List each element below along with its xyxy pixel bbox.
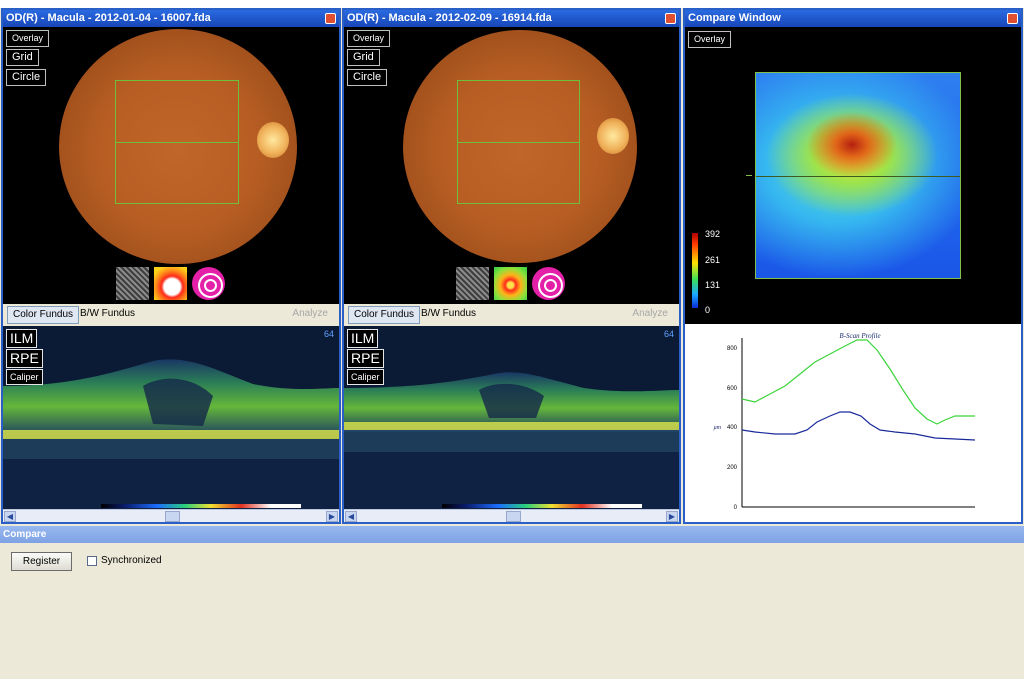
thickness-difference-map[interactable] <box>755 72 961 279</box>
oct-bscan-2[interactable]: ILM RPE Caliper 64 <box>344 326 679 511</box>
compare-section: Register Synchronized <box>0 543 1024 679</box>
compare-section-title: Compare <box>0 526 1024 543</box>
ytick-0: 0 <box>734 505 738 511</box>
thickness-legend-bar <box>692 233 698 308</box>
ilm-button-2[interactable]: ILM <box>347 329 379 348</box>
grid-button-2[interactable]: Grid <box>347 49 380 66</box>
compare-overlay-button[interactable]: Overlay <box>688 31 732 48</box>
profile-line-blue <box>741 411 976 441</box>
caliper-button-2[interactable]: Caliper <box>347 369 384 385</box>
bscan-position-marker <box>746 175 752 176</box>
oct-colorbar-1 <box>101 504 301 508</box>
panel-1-title: OD(R) - Macula - 2012-01-04 - 16007.fda <box>6 12 211 24</box>
oct-bscan-1[interactable]: ILM RPE Caliper 64 <box>3 326 339 511</box>
tab-color-fundus-1[interactable]: Color Fundus <box>7 306 80 324</box>
panel-2-title: OD(R) - Macula - 2012-02-09 - 16914.fda <box>347 12 552 24</box>
panel-2-titlebar[interactable]: OD(R) - Macula - 2012-02-09 - 16914.fda <box>344 10 679 27</box>
profile-ylabel: μm <box>714 425 722 431</box>
tab-bw-fundus-2[interactable]: B/W Fundus <box>416 306 481 324</box>
top-strip <box>0 0 1024 8</box>
tab-color-fundus-2[interactable]: Color Fundus <box>348 306 421 324</box>
caliper-button-1[interactable]: Caliper <box>6 369 43 385</box>
fundus-tabs-2: Color Fundus B/W Fundus Analyze <box>344 304 679 326</box>
legend-mid-high: 261 <box>705 255 721 265</box>
roi-box-2 <box>457 80 580 204</box>
synchronized-label: Synchronized <box>101 555 162 566</box>
compare-window-titlebar[interactable]: Compare Window <box>685 10 1021 27</box>
analyze-button-1[interactable]: Analyze <box>287 306 333 324</box>
app-window: OD(R) - Macula - 2012-01-04 - 16007.fda … <box>0 0 1024 679</box>
heatmap-thumbnail-2[interactable] <box>494 267 527 300</box>
ilm-button-1[interactable]: ILM <box>6 329 38 348</box>
compare-window-close-icon[interactable] <box>1007 13 1018 24</box>
heatmap-thumbnail-1[interactable] <box>154 267 187 300</box>
slice-number-2: 64 <box>663 329 674 339</box>
scroll-thumb-2[interactable] <box>506 511 521 522</box>
scan-panel-1: OD(R) - Macula - 2012-01-04 - 16007.fda … <box>1 8 341 524</box>
overlay-button-2[interactable]: Overlay <box>347 30 391 47</box>
scrollbar-1[interactable]: ◀ ▶ <box>3 509 339 522</box>
circle-button-1[interactable]: Circle <box>6 69 47 86</box>
scroll-right-icon-2[interactable]: ▶ <box>666 511 678 522</box>
profile-title: B-Scan Profile <box>839 332 880 340</box>
oct-image-1 <box>3 359 339 509</box>
overlay-button-1[interactable]: Overlay <box>6 30 50 47</box>
scroll-right-icon-1[interactable]: ▶ <box>326 511 338 522</box>
legend-mid-low: 131 <box>705 280 721 290</box>
scan-panel-2: OD(R) - Macula - 2012-02-09 - 16914.fda … <box>342 8 681 524</box>
grid-button-1[interactable]: Grid <box>6 49 39 66</box>
panel-1-titlebar[interactable]: OD(R) - Macula - 2012-01-04 - 16007.fda <box>3 10 339 27</box>
scroll-thumb-1[interactable] <box>165 511 180 522</box>
compare-window-title: Compare Window <box>688 12 781 24</box>
oct-image-2 <box>344 372 679 509</box>
rpe-button-1[interactable]: RPE <box>6 349 43 368</box>
fundus-tabs-1: Color Fundus B/W Fundus Analyze <box>3 304 339 326</box>
synchronized-checkbox[interactable] <box>87 556 97 566</box>
optic-disc-1 <box>257 122 289 158</box>
fundus-image-1 <box>59 29 297 264</box>
etdrs-target-icon-1[interactable] <box>192 267 225 300</box>
fundus-view-2[interactable]: Overlay Grid Circle <box>344 27 679 304</box>
slice-number-1: 64 <box>323 329 334 339</box>
profile-chart: B-Scan Profile 800 600 400 200 0 μm <box>714 332 976 511</box>
optic-disc-2 <box>597 118 629 154</box>
circle-button-2[interactable]: Circle <box>347 69 388 86</box>
bw-thumbnail-2[interactable] <box>456 267 489 300</box>
scroll-left-icon-2[interactable]: ◀ <box>345 511 357 522</box>
legend-min: 0 <box>705 305 711 315</box>
ytick-600: 600 <box>727 386 738 392</box>
etdrs-target-icon-2[interactable] <box>532 267 565 300</box>
legend-max: 392 <box>705 229 721 239</box>
tab-bw-fundus-1[interactable]: B/W Fundus <box>75 306 140 324</box>
bscan-position-line[interactable] <box>756 176 960 177</box>
fundus-view-1[interactable]: Overlay Grid Circle <box>3 27 339 304</box>
panel-2-close-icon[interactable] <box>665 13 676 24</box>
bw-thumbnail-1[interactable] <box>116 267 149 300</box>
fundus-image-2 <box>403 30 637 263</box>
bscan-profile-plot: B-Scan Profile 800 600 400 200 0 μm <box>685 324 1021 522</box>
scrollbar-2[interactable]: ◀ ▶ <box>344 509 679 522</box>
scroll-left-icon-1[interactable]: ◀ <box>4 511 16 522</box>
oct-colorbar-2 <box>442 504 642 508</box>
ytick-800: 800 <box>727 346 738 352</box>
panel-1-close-icon[interactable] <box>325 13 336 24</box>
ytick-200: 200 <box>727 465 738 471</box>
roi-box-1 <box>115 80 239 204</box>
compare-window: Compare Window Overlay 392 261 131 0 B-S… <box>683 8 1023 524</box>
analyze-button-2[interactable]: Analyze <box>627 306 673 324</box>
rpe-button-2[interactable]: RPE <box>347 349 384 368</box>
register-button[interactable]: Register <box>11 552 72 571</box>
profile-line-green <box>741 339 975 425</box>
ytick-400: 400 <box>727 425 738 431</box>
